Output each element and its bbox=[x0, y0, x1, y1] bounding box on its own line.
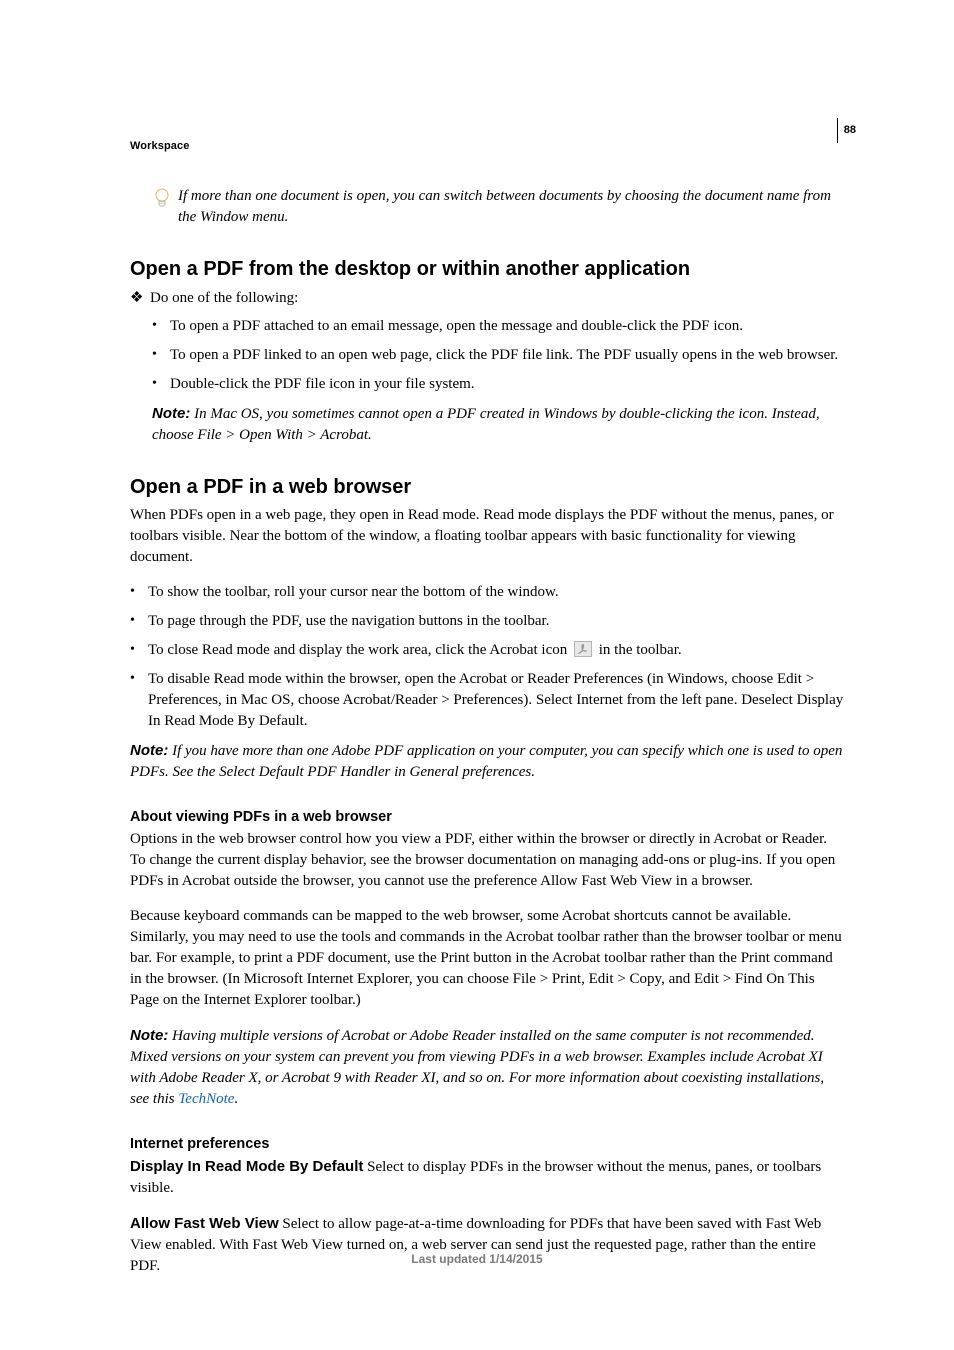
note-multiple-apps: Note: If you have more than one Adobe PD… bbox=[130, 740, 844, 783]
footer-last-updated: Last updated 1/14/2015 bbox=[0, 1252, 954, 1266]
note-mac-os: Note: In Mac OS, you sometimes cannot op… bbox=[152, 403, 844, 446]
open-desktop-steps: To open a PDF attached to an email messa… bbox=[152, 316, 844, 395]
browser-steps-list: To show the toolbar, roll your cursor ne… bbox=[130, 582, 844, 732]
lightbulb-icon bbox=[154, 186, 170, 217]
do-one-list: Do one of the following: bbox=[130, 287, 844, 310]
list-item: To open a PDF attached to an email messa… bbox=[152, 316, 844, 337]
note-text: In Mac OS, you sometimes cannot open a P… bbox=[152, 406, 820, 443]
browser-intro: When PDFs open in a web page, they open … bbox=[130, 505, 844, 568]
page-content: If more than one document is open, you c… bbox=[130, 186, 844, 1277]
list-item: Double-click the PDF file icon in your f… bbox=[152, 374, 844, 395]
page: Workspace 88 If more than one document i… bbox=[0, 0, 954, 1350]
list-item-text-b: in the toolbar. bbox=[595, 642, 682, 658]
list-item: To open a PDF linked to an open web page… bbox=[152, 345, 844, 366]
page-number: 88 bbox=[837, 118, 856, 143]
heading-about-viewing: About viewing PDFs in a web browser bbox=[130, 809, 844, 825]
note-label: Note: bbox=[130, 742, 168, 759]
note-label: Note: bbox=[152, 405, 190, 422]
note-multiple-versions: Note: Having multiple versions of Acroba… bbox=[130, 1025, 844, 1110]
list-item: To close Read mode and display the work … bbox=[130, 640, 844, 661]
note-text-b: . bbox=[234, 1091, 238, 1107]
pref-display-read-mode: Display In Read Mode By Default Select t… bbox=[130, 1156, 844, 1199]
note-label: Note: bbox=[130, 1027, 168, 1044]
tip-text: If more than one document is open, you c… bbox=[178, 186, 844, 228]
note-text: If you have more than one Adobe PDF appl… bbox=[130, 743, 842, 780]
heading-open-browser: Open a PDF in a web browser bbox=[130, 476, 844, 499]
heading-open-desktop: Open a PDF from the desktop or within an… bbox=[130, 258, 844, 281]
pref-label: Display In Read Mode By Default bbox=[130, 1158, 363, 1175]
do-one-item: Do one of the following: bbox=[130, 287, 844, 310]
tip-callout: If more than one document is open, you c… bbox=[154, 186, 844, 228]
acrobat-icon bbox=[574, 641, 592, 657]
about-para-2: Because keyboard commands can be mapped … bbox=[130, 906, 844, 1011]
list-item: To show the toolbar, roll your cursor ne… bbox=[130, 582, 844, 603]
list-item: To page through the PDF, use the navigat… bbox=[130, 611, 844, 632]
list-item: To disable Read mode within the browser,… bbox=[130, 669, 844, 732]
heading-internet-prefs: Internet preferences bbox=[130, 1136, 844, 1152]
technote-link[interactable]: TechNote bbox=[178, 1091, 234, 1107]
breadcrumb: Workspace bbox=[130, 140, 189, 152]
pref-label: Allow Fast Web View bbox=[130, 1215, 279, 1232]
list-item-text-a: To close Read mode and display the work … bbox=[148, 642, 571, 658]
about-para-1: Options in the web browser control how y… bbox=[130, 829, 844, 892]
pref-allow-fast-web: Allow Fast Web View Select to allow page… bbox=[130, 1213, 844, 1277]
